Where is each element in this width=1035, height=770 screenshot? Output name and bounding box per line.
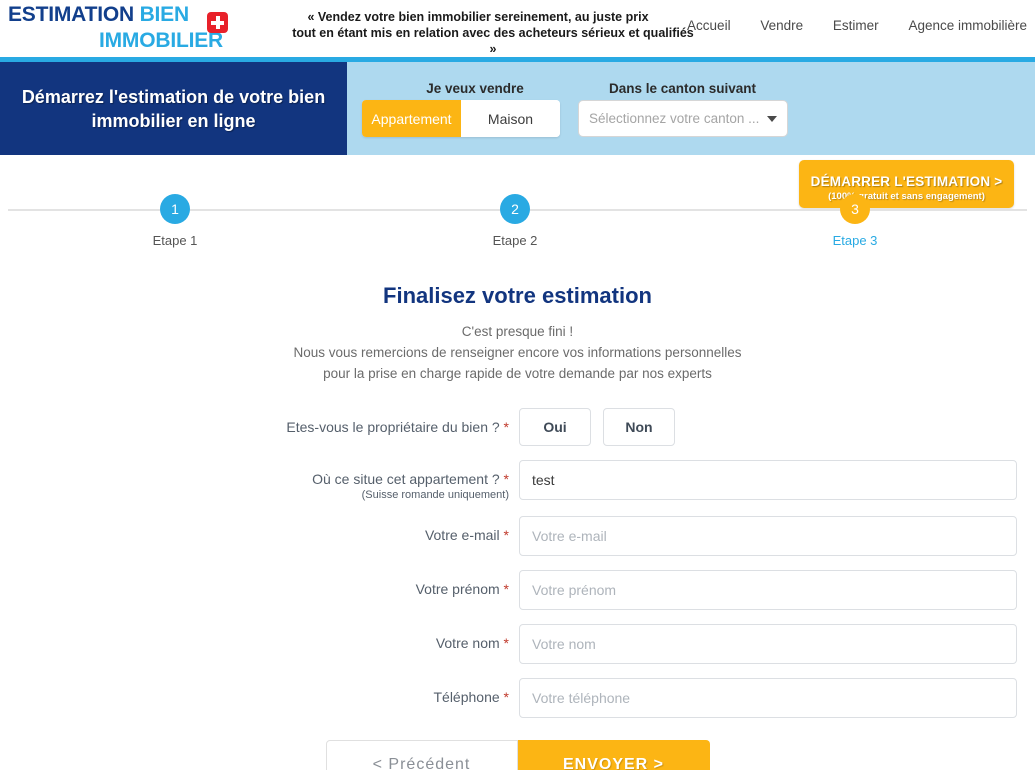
stepper-step-3[interactable]: 3 Etape 3 — [795, 187, 915, 248]
step-2-circle: 2 — [500, 194, 530, 224]
phone-label-text: Téléphone — [433, 689, 500, 705]
header-tagline: « Vendez votre bien immobilier sereineme… — [258, 9, 698, 57]
canton-select[interactable]: Sélectionnez votre canton ... — [578, 100, 788, 137]
email-field[interactable] — [519, 516, 1017, 556]
banner-headline: Démarrez l'estimation de votre bien immo… — [21, 86, 326, 131]
firstname-label-text: Votre prénom — [415, 581, 500, 597]
email-required-marker: * — [503, 527, 509, 543]
form-row-owner: Etes-vous le propriétaire du bien ? * Ou… — [0, 408, 1035, 446]
firstname-required-marker: * — [503, 581, 509, 597]
banner-headline-box: Démarrez l'estimation de votre bien immo… — [0, 62, 347, 155]
firstname-field[interactable] — [519, 570, 1017, 610]
site-logo[interactable]: ESTIMATION BIEN IMMOBILIER — [8, 2, 223, 54]
swiss-flag-icon — [207, 12, 228, 33]
email-label-text: Votre e-mail — [424, 527, 500, 543]
step-2-label: Etape 2 — [492, 233, 538, 248]
estimation-banner: Démarrez l'estimation de votre bien immo… — [0, 57, 1035, 208]
lastname-required-marker: * — [503, 635, 509, 651]
owner-no-button[interactable]: Non — [603, 408, 675, 446]
estimation-form: Etes-vous le propriétaire du bien ? * Ou… — [0, 408, 1035, 770]
phone-required-marker: * — [503, 689, 509, 705]
form-row-location: Où ce situe cet appartement ? * (Suisse … — [0, 460, 1035, 502]
firstname-field-wrap — [519, 570, 1035, 610]
location-input[interactable] — [519, 460, 1017, 500]
canton-select-value: Sélectionnez votre canton ... — [589, 111, 760, 126]
step-1-circle: 1 — [160, 194, 190, 224]
property-type-maison-button[interactable]: Maison — [461, 100, 560, 137]
logo-line-1: ESTIMATION BIEN — [8, 2, 223, 28]
progress-stepper: 1 Etape 1 2 Etape 2 3 Etape 3 — [0, 187, 1035, 265]
owner-label: Etes-vous le propriétaire du bien ? * — [0, 408, 519, 436]
location-label: Où ce situe cet appartement ? * (Suisse … — [0, 460, 519, 502]
form-actions: < Précédent ENVOYER > — [0, 740, 1035, 770]
form-row-firstname: Votre prénom * — [0, 570, 1035, 610]
nav-item-accueil[interactable]: Accueil — [687, 18, 731, 33]
nav-item-estimer[interactable]: Estimer — [833, 18, 879, 33]
phone-field[interactable] — [519, 678, 1017, 718]
lastname-field-wrap — [519, 624, 1035, 664]
owner-field-wrap: Oui Non — [519, 408, 1035, 446]
form-intro-line-2: Nous vous remercions de renseigner encor… — [293, 345, 742, 360]
nav-item-vendre[interactable]: Vendre — [760, 18, 803, 33]
logo-text-immobilier: IMMOBILIER — [99, 29, 223, 52]
email-label: Votre e-mail * — [0, 516, 519, 544]
step-1-label: Etape 1 — [152, 233, 198, 248]
phone-label: Téléphone * — [0, 678, 519, 706]
form-intro: C'est presque fini ! Nous vous remercion… — [0, 321, 1035, 384]
chevron-down-icon — [767, 115, 777, 122]
label-dans-le-canton-suivant: Dans le canton suivant — [608, 81, 757, 96]
location-sublabel: (Suisse romande uniquement) — [361, 489, 509, 501]
previous-button[interactable]: < Précédent — [325, 740, 518, 770]
tagline-line-2: tout en étant mis en relation avec des a… — [292, 26, 694, 56]
site-header: ESTIMATION BIEN IMMOBILIER « Vendez votr… — [0, 0, 1035, 57]
nav-item-agence-immobiliere[interactable]: Agence immobilière — [908, 18, 1027, 33]
property-type-toggle: Appartement Maison — [362, 100, 560, 137]
logo-text-bien: BIEN — [139, 3, 190, 26]
form-row-phone: Téléphone * — [0, 678, 1035, 718]
step-3-circle: 3 — [840, 194, 870, 224]
logo-text-estimation: ESTIMATION — [8, 3, 140, 26]
email-field-wrap — [519, 516, 1035, 556]
owner-yes-button[interactable]: Oui — [519, 408, 591, 446]
tagline-line-1: « Vendez votre bien immobilier sereineme… — [307, 10, 649, 24]
form-intro-line-1: C'est presque fini ! — [461, 324, 574, 339]
stepper-step-2[interactable]: 2 Etape 2 — [455, 187, 575, 248]
property-type-appartement-button[interactable]: Appartement — [362, 100, 461, 137]
location-label-text: Où ce situe cet appartement ? — [312, 471, 500, 487]
location-required-marker: * — [503, 471, 509, 487]
lastname-label-text: Votre nom — [435, 635, 500, 651]
label-je-veux-vendre: Je veux vendre — [426, 81, 524, 96]
location-field-wrap — [519, 460, 1035, 500]
owner-label-text: Etes-vous le propriétaire du bien ? — [286, 419, 500, 435]
form-row-lastname: Votre nom * — [0, 624, 1035, 664]
form-row-email: Votre e-mail * — [0, 516, 1035, 556]
lastname-field[interactable] — [519, 624, 1017, 664]
owner-required-marker: * — [503, 419, 509, 435]
firstname-label: Votre prénom * — [0, 570, 519, 598]
stepper-step-1[interactable]: 1 Etape 1 — [115, 187, 235, 248]
form-intro-line-3: pour la prise en charge rapide de votre … — [323, 366, 712, 381]
page-title: Finalisez votre estimation — [383, 283, 652, 308]
main-navigation: Accueil Vendre Estimer Agence immobilièr… — [687, 18, 1027, 33]
submit-button[interactable]: ENVOYER > — [517, 740, 710, 770]
step-3-label: Etape 3 — [832, 233, 878, 248]
phone-field-wrap — [519, 678, 1035, 718]
owner-toggle-group: Oui Non — [519, 408, 1017, 446]
lastname-label: Votre nom * — [0, 624, 519, 652]
